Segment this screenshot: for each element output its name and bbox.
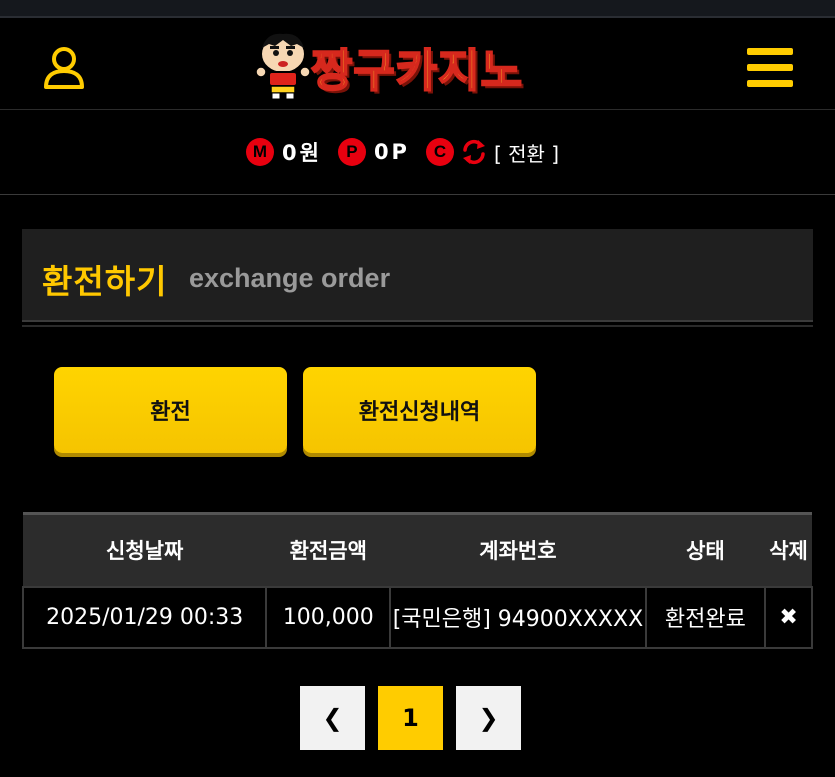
hamburger-menu-icon[interactable] [747,48,793,88]
column-header-status: 상태 [645,512,766,587]
column-header-amount: 환전금액 [266,512,391,587]
exchange-table: 신청날짜 환전금액 계좌번호 상태 삭제 2025/01/29 00:33 10… [21,512,813,649]
table-header-row: 신청날짜 환전금액 계좌번호 상태 삭제 [23,512,812,587]
exchange-history-button[interactable]: 환전신청내역 [303,367,536,453]
column-header-delete: 삭제 [765,512,812,587]
points-bar: M 0원 P 0P C [ 전환 ] [0,111,835,195]
refresh-icon[interactable] [460,138,488,166]
logo[interactable]: 짱구카지노 [253,28,583,100]
cell-date: 2025/01/29 00:33 [21,585,268,649]
logo-text: 짱구카지노 [310,43,524,98]
table-row: 2025/01/29 00:33 100,000 [국민은행] 94900XXX… [21,585,813,649]
point-badge: P [337,138,366,166]
exchange-button[interactable]: 환전 [54,367,287,453]
casino-badge: C [425,138,454,166]
cell-amount: 100,000 [265,585,392,649]
logo-character-icon [255,33,311,100]
top-strip [0,0,835,16]
column-header-date: 신청날짜 [23,512,267,587]
cell-account: [국민은행] 94900XXXXX [389,585,647,649]
cell-status: 환전완료 [644,585,767,649]
money-badge: M [246,138,274,166]
pagination: ❮ 1 ❯ [300,686,521,750]
title-divider [22,325,813,327]
user-button[interactable] [40,44,88,92]
money-value: 0원 [282,141,322,165]
column-header-account: 계좌번호 [390,512,646,587]
delete-icon[interactable]: ✖ [764,585,813,649]
page-subtitle: exchange order [189,263,391,293]
point-value: 0P [373,140,410,164]
prev-page-button[interactable]: ❮ [300,686,365,750]
user-icon [44,47,84,89]
page-1-button[interactable]: 1 [378,686,443,750]
convert-link[interactable]: [ 전환 ] [494,138,559,167]
header: 짱구카지노 [0,18,835,110]
next-page-button[interactable]: ❯ [456,686,521,750]
page-title: 환전하기 [42,262,168,301]
page-title-box: 환전하기 exchange order [22,229,813,322]
